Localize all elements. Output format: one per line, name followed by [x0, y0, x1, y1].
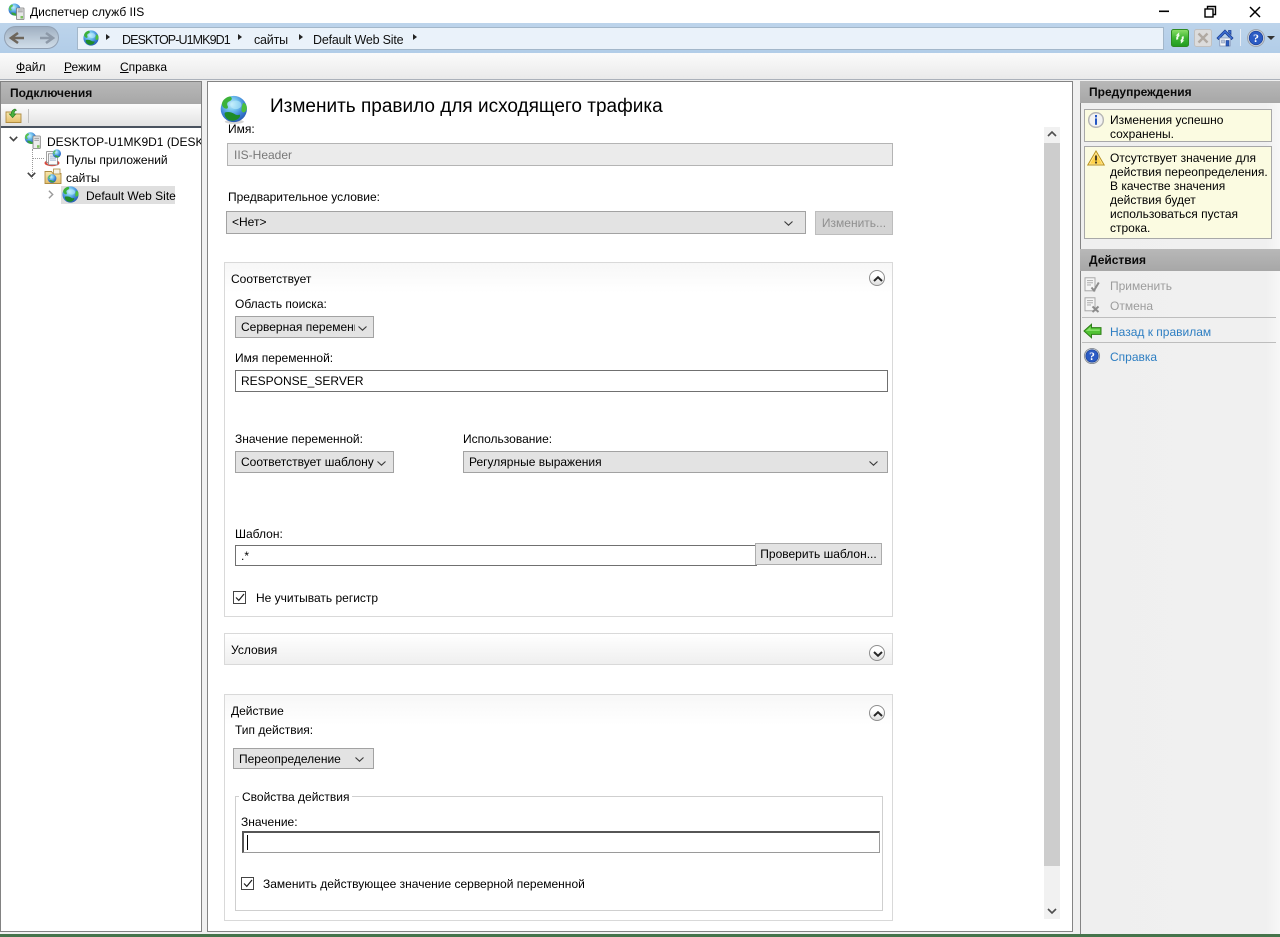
- svg-text:?: ?: [1253, 31, 1259, 45]
- svg-text:?: ?: [1089, 351, 1095, 363]
